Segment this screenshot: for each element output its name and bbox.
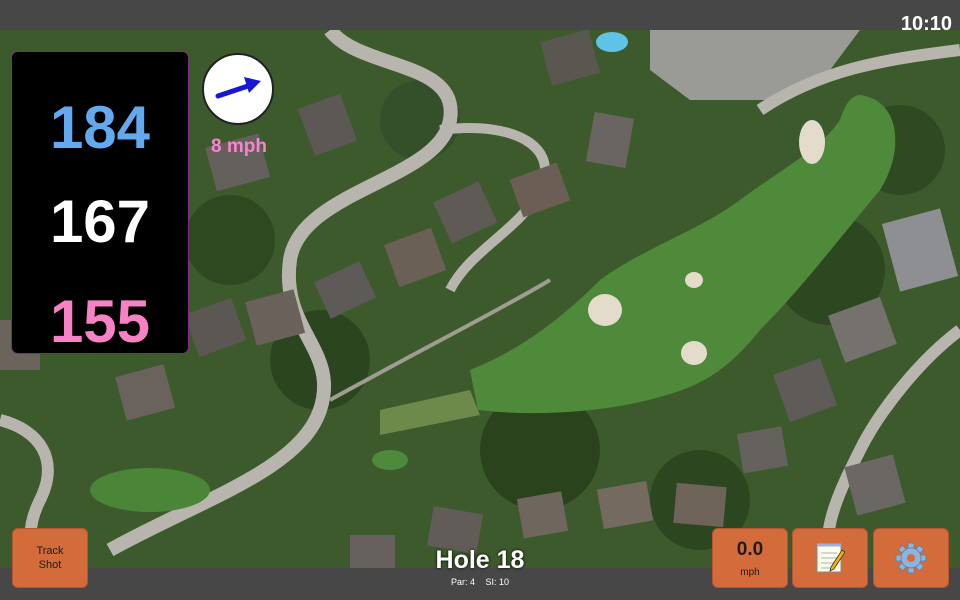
gear-icon <box>895 542 927 574</box>
track-shot-line-2: Shot <box>38 559 62 571</box>
wind-gauge-value: 0.0 <box>736 539 764 560</box>
notepad-icon <box>816 543 845 573</box>
arrow-east-icon <box>215 77 261 99</box>
track-shot-label: Track Shot <box>36 544 63 572</box>
notes-button[interactable] <box>792 528 868 588</box>
front-distance: 155 <box>49 288 151 355</box>
hole-title: Hole 18 <box>435 546 525 574</box>
wind-gauge-unit: mph <box>740 567 760 578</box>
wind-speed: 8 mph <box>211 136 267 157</box>
hole-par: Par: 4 <box>450 577 475 587</box>
satellite-map[interactable]: 184 167 155 8 mph <box>0 30 960 568</box>
distance-panel: 184 167 155 <box>12 52 188 353</box>
hole-info: Par: 4 SI: 10 <box>380 577 580 587</box>
middle-distance: 167 <box>49 188 151 255</box>
settings-button[interactable] <box>873 528 949 588</box>
wind-direction-indicator[interactable] <box>202 53 274 125</box>
hole-si: SI: 10 <box>485 577 510 587</box>
track-shot-button[interactable]: Track Shot <box>12 528 88 588</box>
track-shot-line-1: Track <box>36 545 64 557</box>
back-distance: 184 <box>49 94 151 161</box>
status-bar: 10:10 <box>0 0 960 34</box>
wind-gauge-button[interactable]: 0.0 mph <box>712 528 788 588</box>
